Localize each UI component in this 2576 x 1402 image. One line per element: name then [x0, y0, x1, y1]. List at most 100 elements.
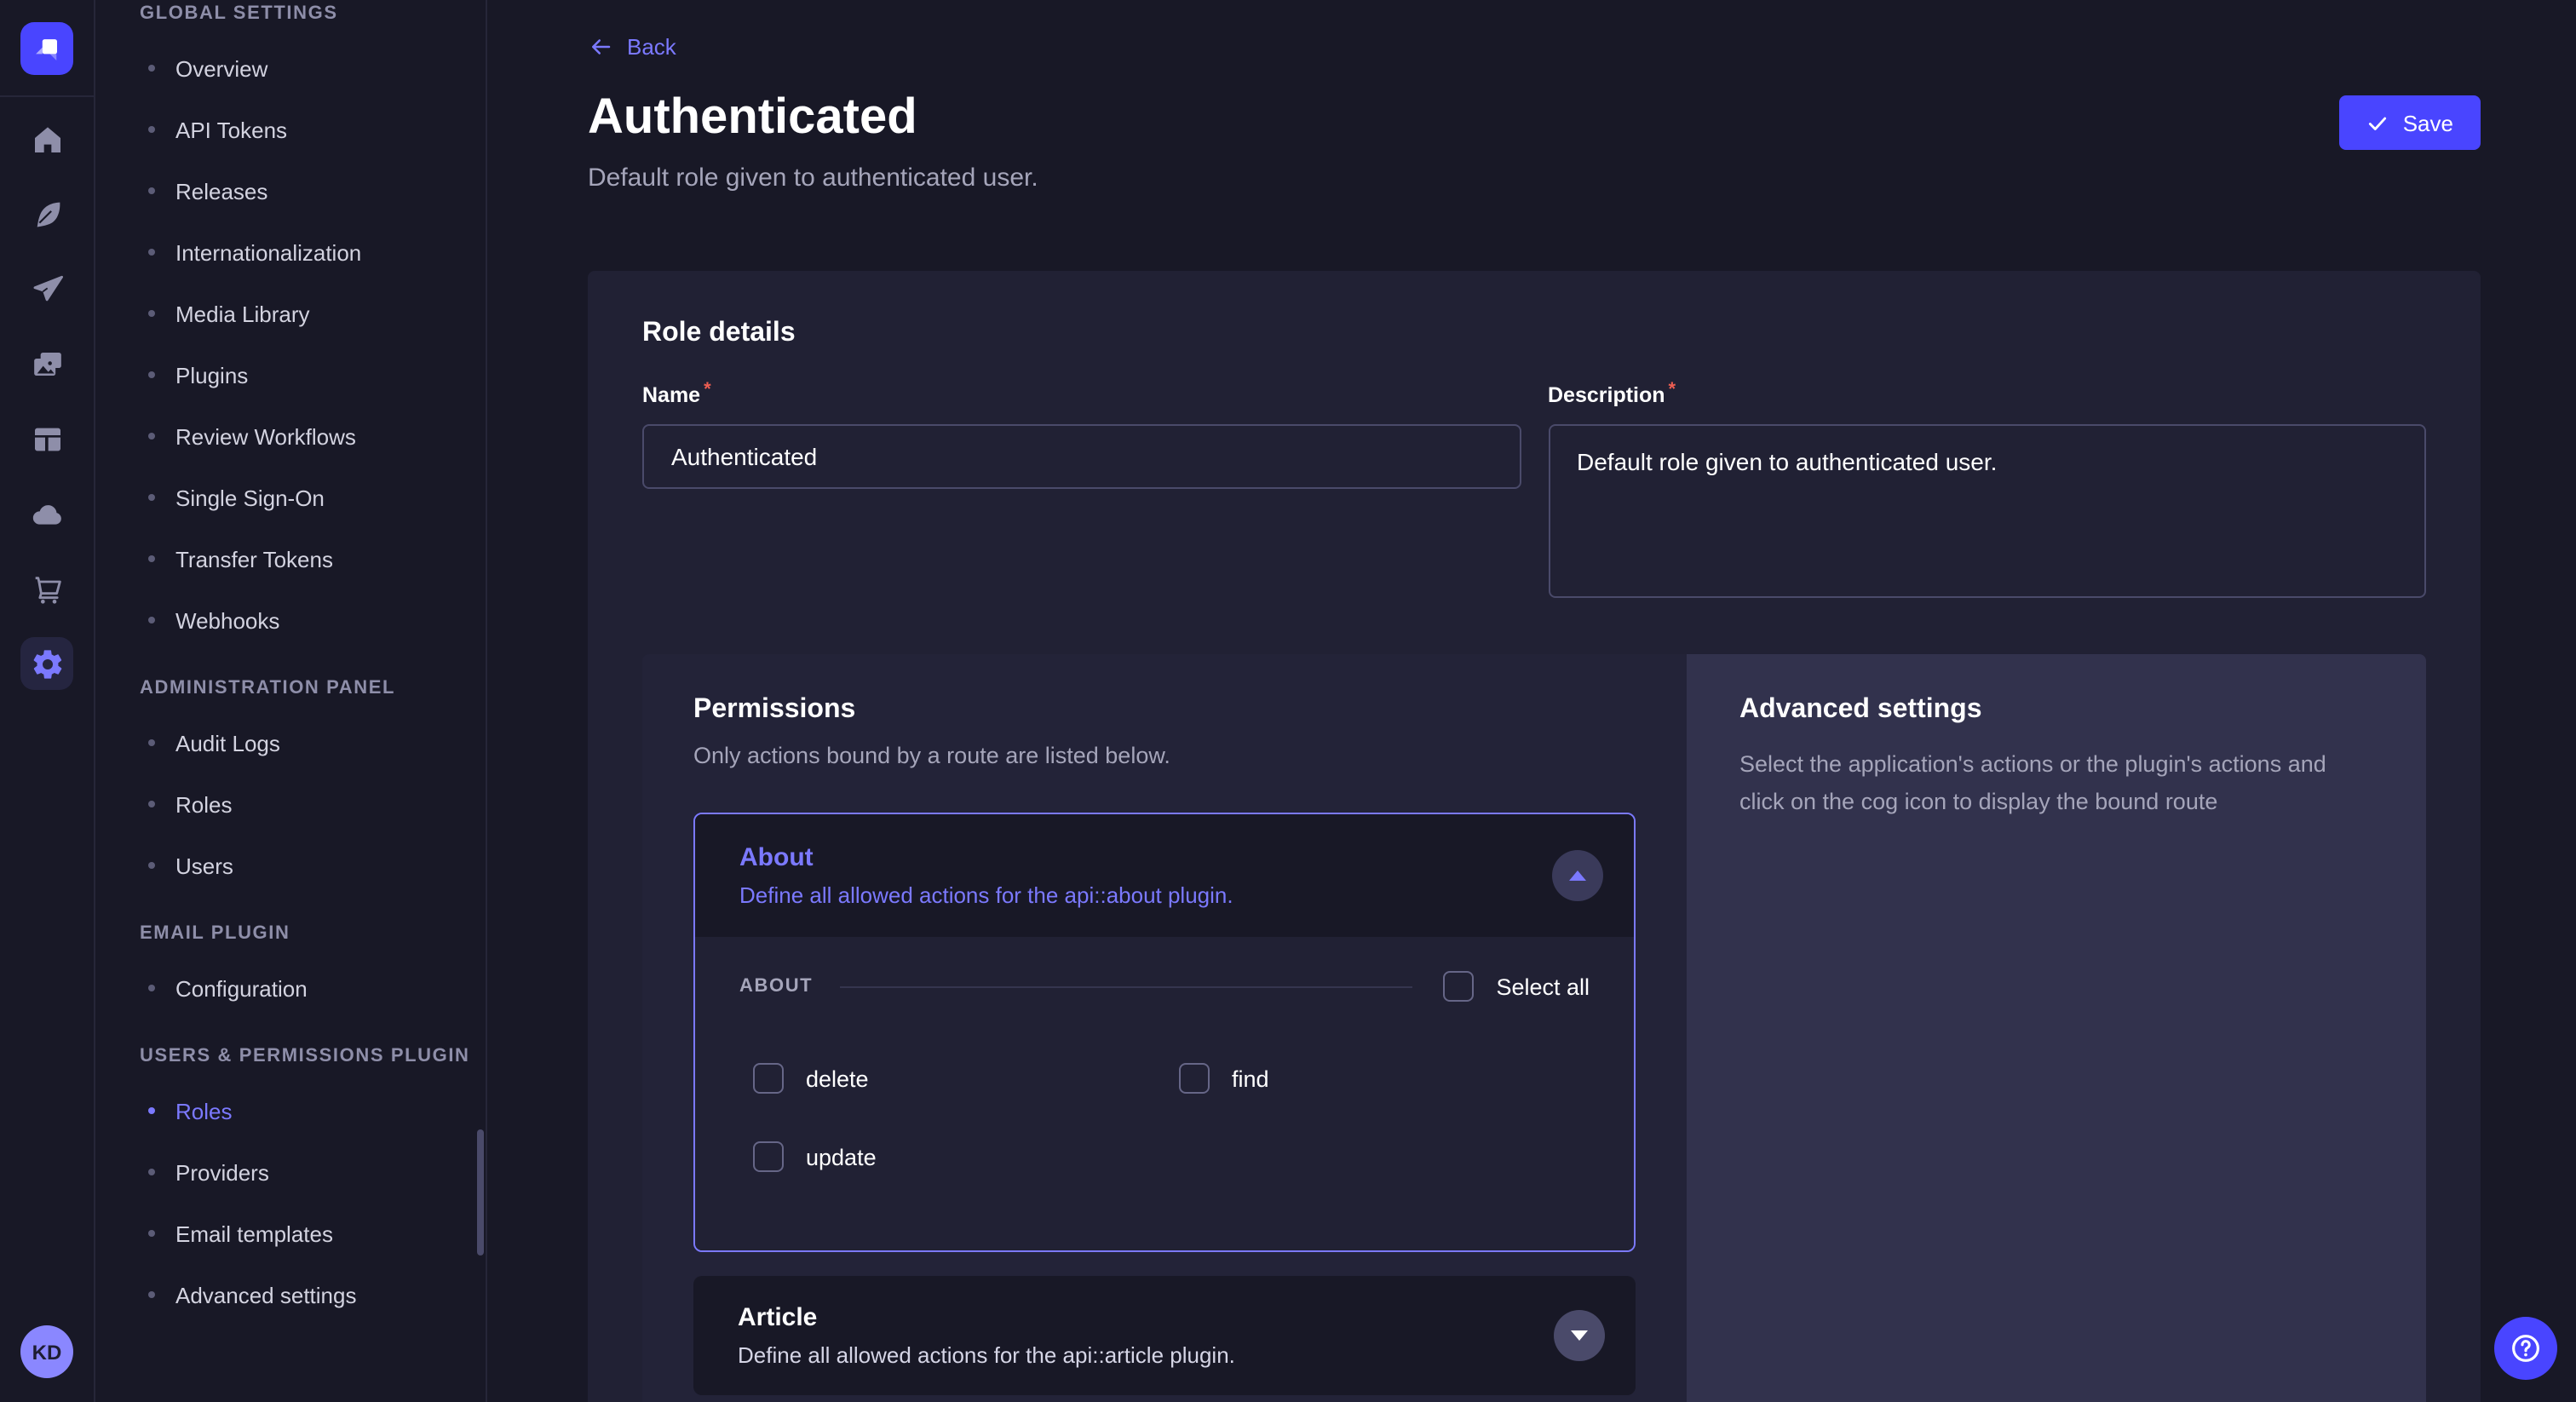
- action-label: delete: [806, 1066, 869, 1091]
- media-library-pictures-icon[interactable]: [20, 337, 73, 390]
- required-asterisk: *: [1669, 380, 1676, 400]
- settings-gear-icon[interactable]: [20, 637, 73, 690]
- deploy-cloud-icon[interactable]: [20, 487, 73, 540]
- sidebar-item-label: Media Library: [175, 301, 310, 326]
- bullet-dot: [148, 1291, 155, 1298]
- required-asterisk: *: [704, 380, 711, 400]
- select-all-checkbox-item[interactable]: Select all: [1443, 971, 1590, 1002]
- page-title: Authenticated: [588, 90, 917, 147]
- description-textarea[interactable]: [1548, 424, 2426, 598]
- sidebar-item-overview[interactable]: Overview: [140, 37, 486, 99]
- back-label: Back: [627, 34, 676, 60]
- back-link[interactable]: Back: [588, 34, 676, 60]
- content-manager-feather-icon[interactable]: [20, 187, 73, 240]
- sidebar-item-label: Single Sign-On: [175, 485, 325, 510]
- subnav-section: GLOBAL SETTINGS Overview API Tokens Release…: [140, 3, 486, 651]
- sidebar-item-providers[interactable]: Providers: [140, 1141, 486, 1203]
- main-content: Back Authenticated Save Default role giv…: [489, 0, 2576, 1402]
- bullet-dot: [148, 617, 155, 623]
- bullet-dot: [148, 1169, 155, 1175]
- bullet-dot: [148, 310, 155, 317]
- action-checkbox-item-delete[interactable]: delete: [753, 1063, 1179, 1094]
- name-label: Name*: [642, 383, 711, 407]
- bullet-dot: [148, 249, 155, 256]
- save-button[interactable]: Save: [2340, 95, 2481, 150]
- sidebar-item-plugins[interactable]: Plugins: [140, 344, 486, 405]
- permissions-panel: Permissions Only actions bound by a rout…: [642, 654, 1687, 1402]
- home-icon[interactable]: [20, 112, 73, 165]
- checkbox-update[interactable]: [753, 1141, 784, 1172]
- subnav-section-header: USERS & PERMISSIONS PLUGIN: [140, 1046, 486, 1066]
- subnav-section: EMAIL PLUGIN Configuration: [140, 923, 486, 1019]
- sidebar-item-users[interactable]: Users: [140, 835, 486, 896]
- accordion-header-about[interactable]: About Define all allowed actions for the …: [695, 814, 1634, 937]
- sidebar-item-roles[interactable]: Roles: [140, 773, 486, 835]
- sidebar-item-audit-logs[interactable]: Audit Logs: [140, 712, 486, 773]
- sidebar-item-media-library[interactable]: Media Library: [140, 283, 486, 344]
- accordion-title: About: [739, 843, 1233, 872]
- sidebar-item-label: Overview: [175, 55, 267, 81]
- sidebar-item-api-tokens[interactable]: API Tokens: [140, 99, 486, 160]
- action-checkbox-item-update[interactable]: update: [753, 1141, 1179, 1172]
- sidebar-item-internationalization[interactable]: Internationalization: [140, 221, 486, 283]
- save-label: Save: [2403, 110, 2453, 135]
- subnav-section-header: ADMINISTRATION PANEL: [140, 678, 486, 698]
- marketplace-cart-icon[interactable]: [20, 562, 73, 615]
- icon-rail: KD: [0, 0, 95, 1402]
- sidebar-item-review-workflows[interactable]: Review Workflows: [140, 405, 486, 467]
- name-input[interactable]: [642, 424, 1521, 489]
- strapi-logo[interactable]: [20, 21, 73, 74]
- chevron-down-icon[interactable]: [1554, 1310, 1605, 1361]
- sidebar-item-label: Releases: [175, 178, 267, 204]
- accordion-header-article[interactable]: ArticleDefine all allowed actions for th…: [693, 1276, 1636, 1395]
- sidebar-item-releases[interactable]: Releases: [140, 160, 486, 221]
- permissions-advanced-split: Permissions Only actions bound by a rout…: [642, 654, 2426, 1402]
- subnav-section: ADMINISTRATION PANEL Audit Logs RolesUsers: [140, 678, 486, 896]
- sidebar-item-advanced-settings[interactable]: Advanced settings: [140, 1264, 486, 1325]
- bullet-dot: [148, 187, 155, 194]
- action-label: update: [806, 1144, 877, 1169]
- bullet-dot: [148, 494, 155, 501]
- chevron-up-icon[interactable]: [1552, 850, 1603, 901]
- bullet-dot: [148, 985, 155, 991]
- sidebar-item-email-templates[interactable]: Email templates: [140, 1203, 486, 1264]
- avatar[interactable]: KD: [20, 1325, 73, 1378]
- send-paper-plane-icon[interactable]: [20, 262, 73, 315]
- group-label: ABOUT: [739, 976, 813, 997]
- sidebar-item-single-sign-on[interactable]: Single Sign-On: [140, 467, 486, 528]
- app-root: KD GLOBAL SETTINGS Overview API Tokens Rele…: [0, 0, 2576, 1402]
- description-field-group: Description*: [1548, 380, 2426, 598]
- sidebar-item-transfer-tokens[interactable]: Transfer Tokens: [140, 528, 486, 589]
- sidebar-item-label: Internationalization: [175, 239, 361, 265]
- accordion-title-block: About Define all allowed actions for the …: [739, 843, 1233, 908]
- accordion-title-block: ArticleDefine all allowed actions for th…: [738, 1303, 1235, 1368]
- help-button[interactable]: [2494, 1317, 2557, 1380]
- chevron-triangle: [1569, 871, 1586, 881]
- permissions-accordion-about: About Define all allowed actions for the …: [693, 813, 1636, 1252]
- sidebar-item-label: Configuration: [175, 975, 308, 1001]
- sidebar-item-roles[interactable]: Roles: [140, 1080, 486, 1141]
- select-all-checkbox[interactable]: [1443, 971, 1474, 1002]
- page-header: Back Authenticated Save Default role giv…: [489, 0, 2576, 192]
- bullet-dot: [148, 1230, 155, 1237]
- sidebar-item-label: Providers: [175, 1159, 269, 1185]
- sidebar-item-label: Review Workflows: [175, 423, 356, 449]
- sidebar-item-label: Advanced settings: [175, 1282, 356, 1307]
- sidebar-item-label: Webhooks: [175, 607, 279, 633]
- subnav-section-header: EMAIL PLUGIN: [140, 923, 486, 944]
- accordion-description: Define all allowed actions for the api::…: [739, 882, 1233, 908]
- subnav-section-header: GLOBAL SETTINGS: [140, 3, 486, 24]
- action-checkbox-item-find[interactable]: find: [1179, 1063, 1590, 1094]
- strapi-logo-glyph: [28, 29, 66, 66]
- bullet-dot: [148, 862, 155, 869]
- subnav-scrollbar-thumb[interactable]: [477, 1129, 484, 1255]
- content-type-builder-layout-icon[interactable]: [20, 412, 73, 465]
- checkbox-delete[interactable]: [753, 1063, 784, 1094]
- advanced-settings-description: Select the application's actions or the …: [1739, 746, 2373, 822]
- bullet-dot: [148, 555, 155, 562]
- permissions-accordion-article: ArticleDefine all allowed actions for th…: [693, 1276, 1636, 1395]
- sidebar-item-webhooks[interactable]: Webhooks: [140, 589, 486, 651]
- sidebar-item-configuration[interactable]: Configuration: [140, 957, 486, 1019]
- sidebar-item-label: Audit Logs: [175, 730, 280, 756]
- checkbox-find[interactable]: [1179, 1063, 1210, 1094]
